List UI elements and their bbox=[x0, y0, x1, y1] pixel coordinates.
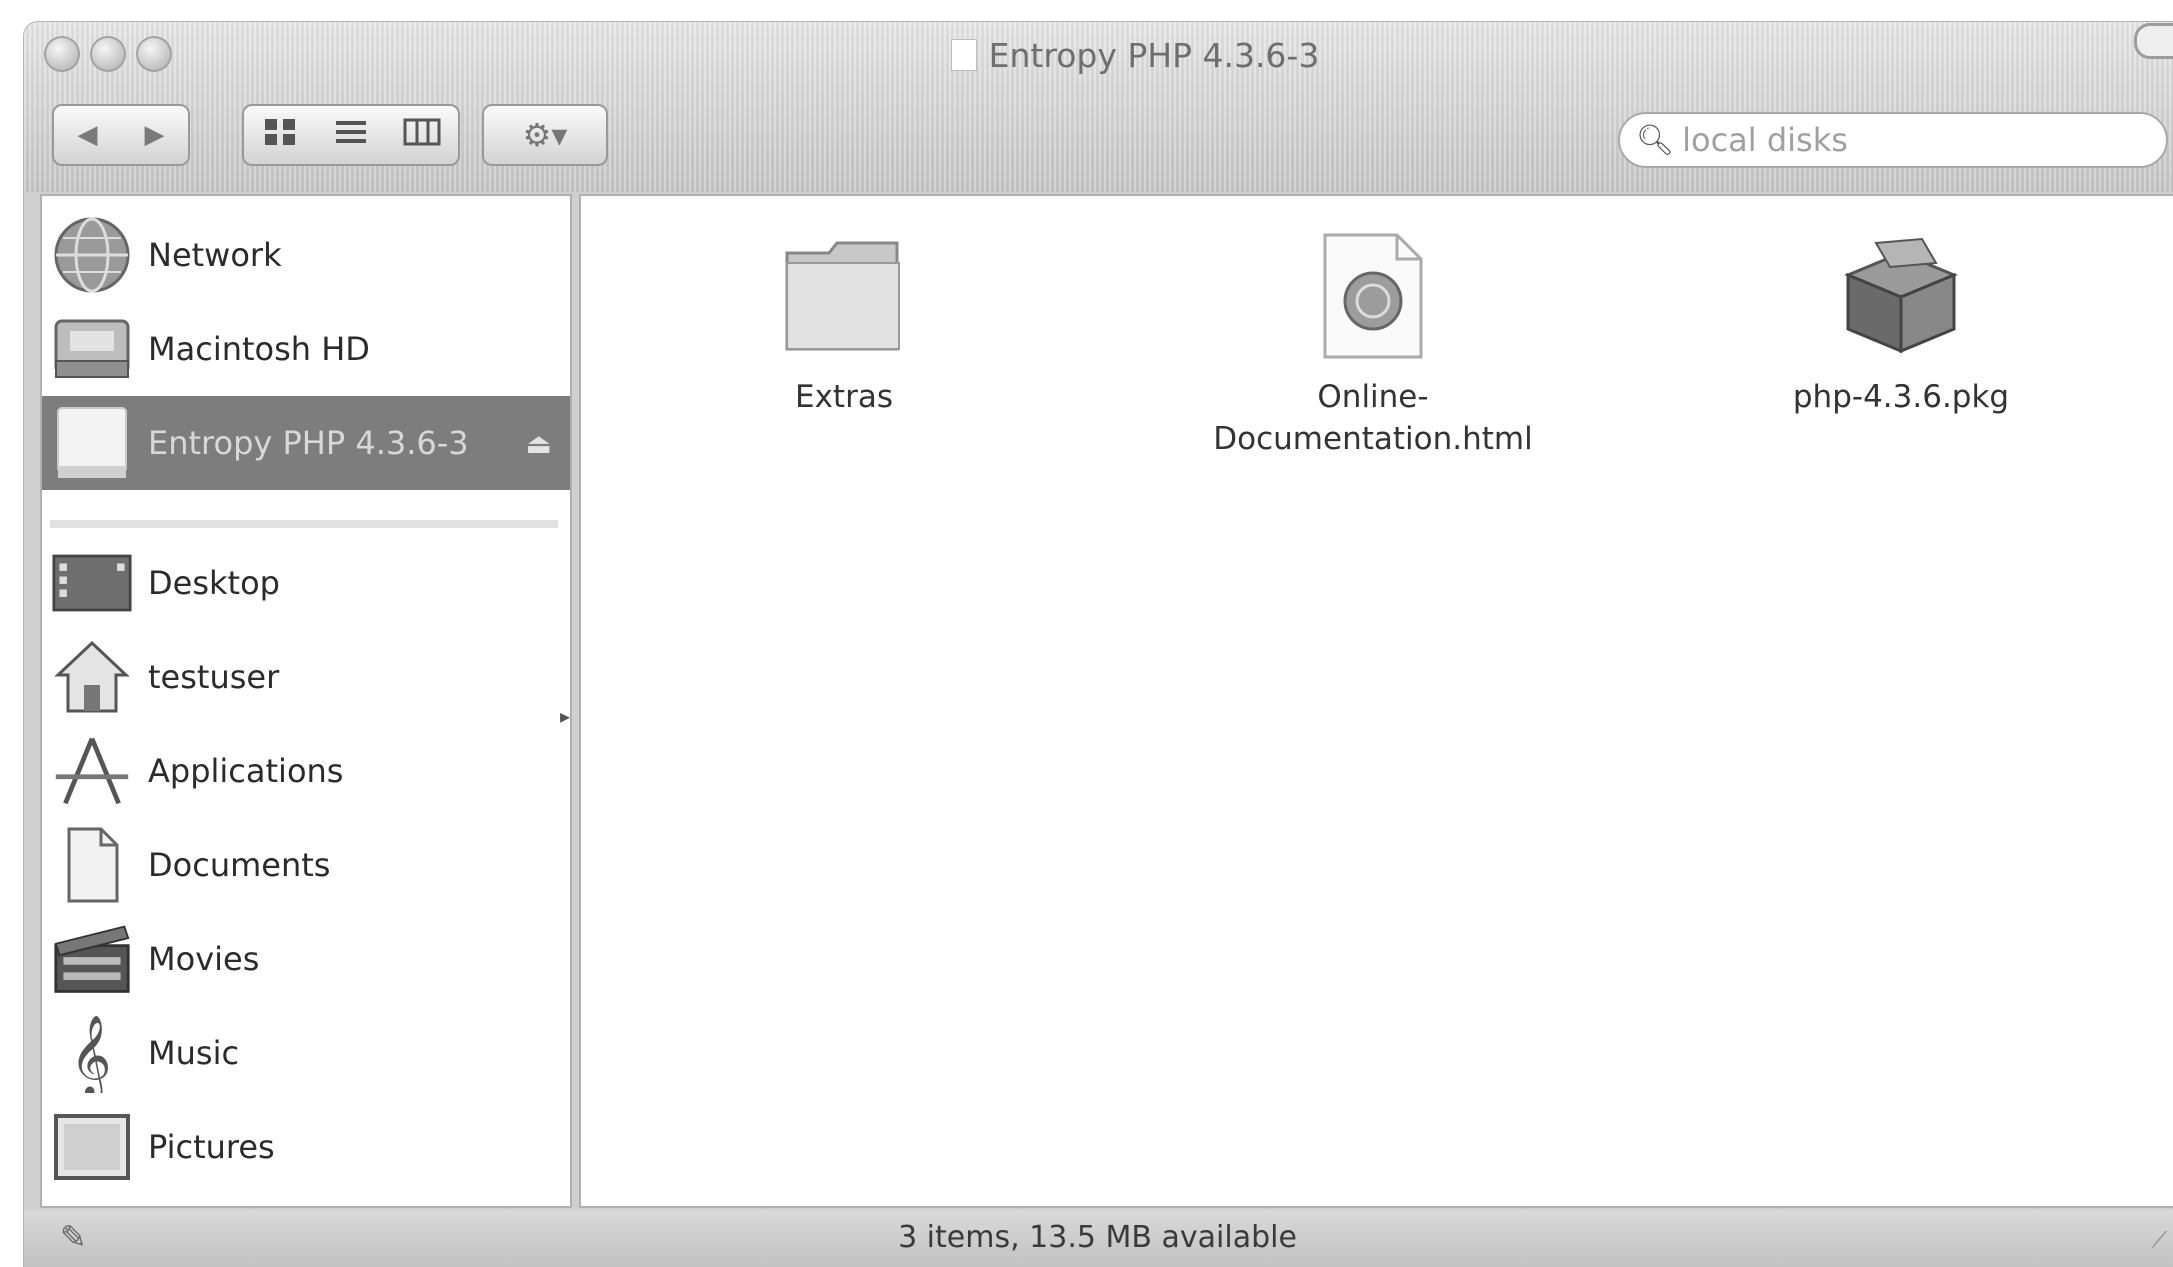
sidebar-item-movies[interactable]: Movies bbox=[42, 912, 570, 1006]
disk-image-icon bbox=[950, 39, 977, 71]
sidebar-item-pictures[interactable]: Pictures bbox=[42, 1100, 570, 1194]
file-item-php-pkg[interactable]: php-4.3.6.pkg bbox=[1721, 226, 2081, 418]
gear-icon: ⚙▾ bbox=[522, 116, 568, 154]
file-item-online-documentation[interactable]: Online- Documentation.html bbox=[1193, 226, 1553, 460]
documents-icon bbox=[52, 825, 132, 905]
file-browser-area: Extras Online- Documentation.html php-4.3… bbox=[579, 194, 2173, 1208]
sidebar: Network Macintosh HD Entropy PHP 4.3.6-3… bbox=[40, 194, 572, 1208]
status-bar: ✎ 3 items, 13.5 MB available ⟋ bbox=[24, 1210, 2173, 1267]
home-icon bbox=[52, 637, 132, 717]
sidebar-item-applications[interactable]: Applications bbox=[42, 724, 570, 818]
hard-disk-icon bbox=[52, 309, 132, 389]
desktop-icon bbox=[52, 543, 132, 623]
movies-icon bbox=[52, 919, 132, 999]
back-forward-control: ◀ ▶ bbox=[52, 104, 190, 166]
sidebar-item-network[interactable]: Network bbox=[42, 208, 570, 302]
sidebar-item-documents[interactable]: Documents bbox=[42, 818, 570, 912]
forward-button[interactable]: ▶ bbox=[121, 120, 188, 150]
column-view-icon bbox=[403, 118, 441, 145]
disk-image-icon bbox=[52, 403, 132, 483]
icon-view-icon bbox=[264, 118, 295, 145]
network-icon bbox=[52, 215, 132, 295]
html-document-icon bbox=[1303, 226, 1443, 366]
list-view-icon bbox=[335, 120, 366, 143]
split-view-handle[interactable]: ▸ bbox=[560, 704, 570, 728]
view-mode-control bbox=[242, 104, 460, 166]
icon-view-button[interactable] bbox=[244, 117, 315, 154]
column-view-button[interactable] bbox=[387, 117, 458, 154]
action-menu-button[interactable]: ⚙▾ bbox=[482, 104, 608, 166]
list-view-button[interactable] bbox=[316, 117, 387, 154]
sidebar-item-testuser[interactable]: testuser bbox=[42, 630, 570, 724]
toolbar-toggle-button[interactable] bbox=[2134, 23, 2173, 59]
back-button[interactable]: ◀ bbox=[54, 120, 121, 150]
package-icon bbox=[1831, 226, 1971, 366]
search-icon: 🔍︎ bbox=[1636, 122, 1675, 158]
window-title: Entropy PHP 4.3.6-3 bbox=[24, 36, 2173, 75]
sidebar-divider bbox=[50, 520, 558, 528]
status-text: 3 items, 13.5 MB available bbox=[898, 1220, 1297, 1255]
folder-icon bbox=[774, 226, 914, 366]
pictures-icon bbox=[52, 1107, 132, 1187]
finder-window: Entropy PHP 4.3.6-3 ◀ ▶ ⚙▾ 🔍︎ local disk… bbox=[24, 22, 2173, 1267]
eject-icon[interactable]: ⏏ bbox=[526, 427, 552, 460]
sidebar-item-entropy-php[interactable]: Entropy PHP 4.3.6-3 ⏏ bbox=[42, 396, 570, 490]
file-item-extras[interactable]: Extras bbox=[664, 226, 1024, 418]
sidebar-item-desktop[interactable]: Desktop bbox=[42, 536, 570, 630]
svg-text:𝄞: 𝄞 bbox=[70, 1014, 111, 1093]
applications-icon bbox=[52, 731, 132, 811]
sidebar-item-music[interactable]: 𝄞 Music bbox=[42, 1006, 570, 1100]
resize-grip-icon[interactable]: ⟋ bbox=[2152, 1228, 2167, 1253]
search-input[interactable] bbox=[1680, 120, 2125, 160]
window-toolbar: Entropy PHP 4.3.6-3 ◀ ▶ ⚙▾ 🔍︎ local disk… bbox=[24, 22, 2173, 192]
music-icon: 𝄞 bbox=[52, 1013, 132, 1093]
file-name: Online- Documentation.html bbox=[1213, 379, 1533, 457]
search-field[interactable]: 🔍︎ bbox=[1618, 112, 2168, 168]
sidebar-item-macintosh-hd[interactable]: Macintosh HD bbox=[42, 302, 570, 396]
